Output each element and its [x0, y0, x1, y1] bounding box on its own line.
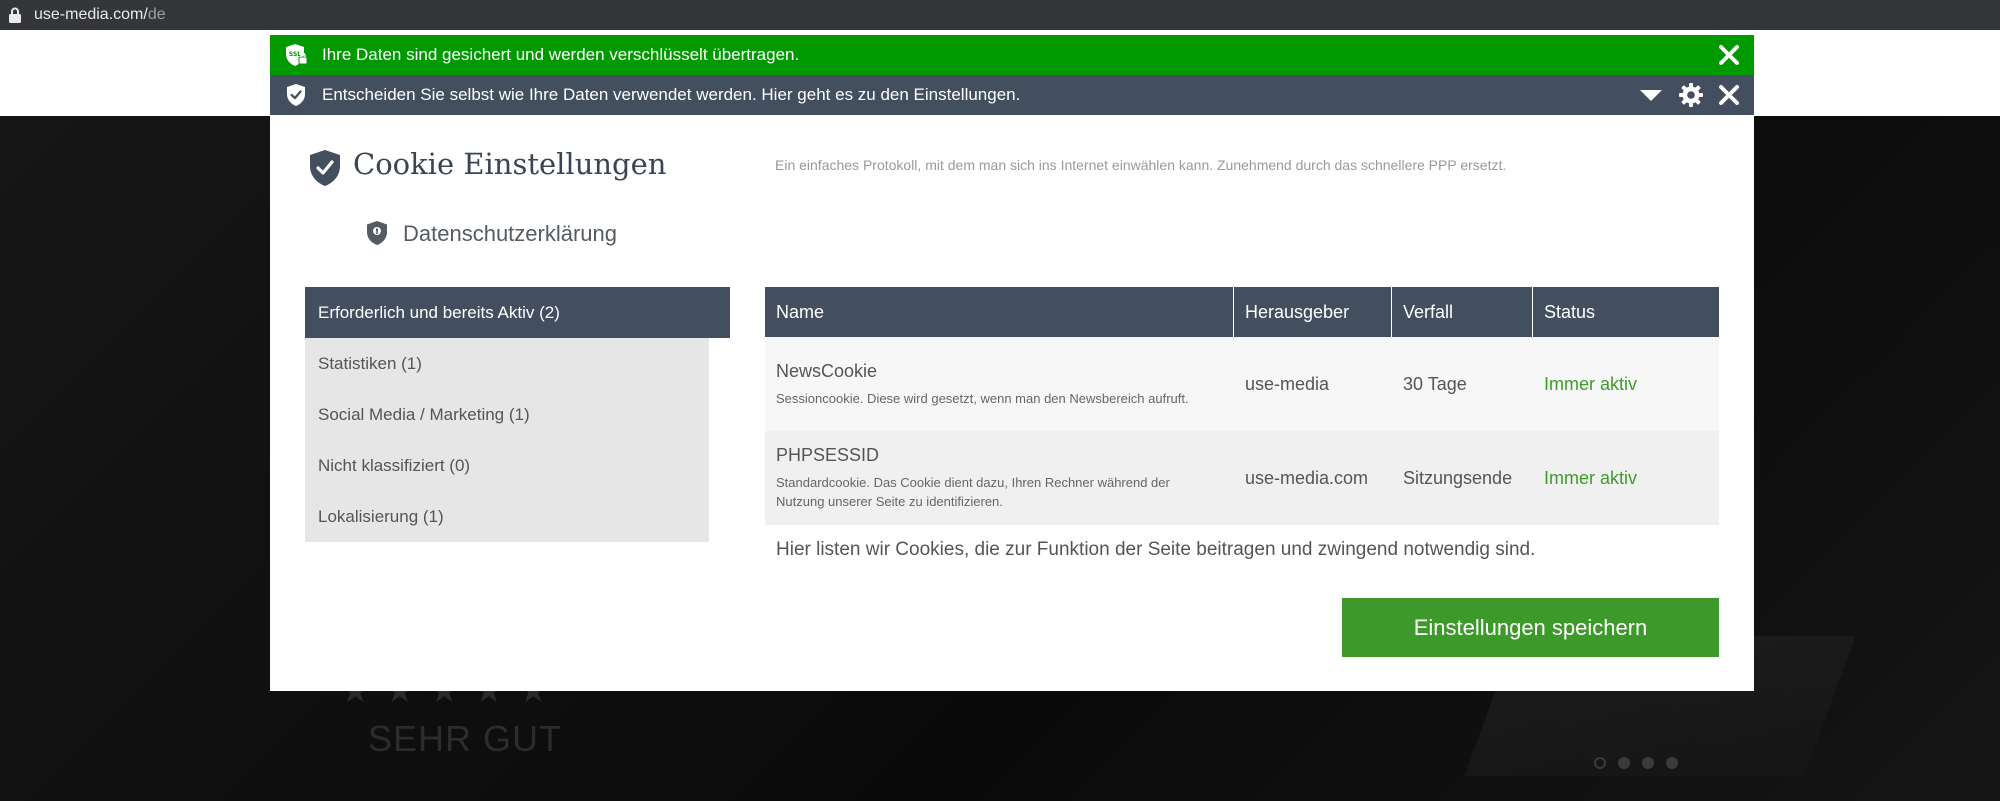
cookie-publisher: use-media.com: [1245, 467, 1369, 488]
gear-icon[interactable]: [1678, 82, 1704, 108]
column-header-status: Status: [1544, 301, 1596, 322]
slider-dot[interactable]: [1594, 757, 1606, 769]
cookie-settings-modal: Cookie Einstellungen Ein einfaches Proto…: [270, 115, 1754, 691]
modal-description: Ein einfaches Protokoll, mit dem man sic…: [775, 157, 1507, 173]
column-header-publisher: Herausgeber: [1234, 287, 1392, 337]
close-icon[interactable]: [1718, 44, 1740, 66]
category-social-marketing[interactable]: Social Media / Marketing (1): [305, 389, 709, 440]
cookie-category-list: Erforderlich und bereits Aktiv (2) Stati…: [305, 287, 730, 542]
cookie-name: PHPSESSID: [776, 445, 880, 465]
category-unclassified[interactable]: Nicht klassifiziert (0): [305, 440, 709, 491]
modal-title: Cookie Einstellungen: [353, 147, 667, 181]
slider-dots[interactable]: [1594, 757, 1678, 769]
privacy-shield-icon: [367, 221, 387, 245]
cookie-status: Immer aktiv: [1544, 467, 1638, 488]
cookie-description: Sessioncookie. Diese wird gesetzt, wenn …: [776, 390, 1189, 406]
slider-dot[interactable]: [1666, 757, 1678, 769]
ssl-shield-icon: SSL: [286, 44, 308, 66]
close-icon[interactable]: [1718, 84, 1740, 106]
category-required[interactable]: Erforderlich und bereits Aktiv (2): [305, 287, 730, 338]
cookie-name: NewsCookie: [776, 360, 878, 381]
url-host: use-media.com/: [34, 6, 148, 23]
ssl-notice-text: Ihre Daten sind gesichert und werden ver…: [322, 45, 800, 64]
rating-text: SEHR GUT: [368, 718, 563, 759]
shield-check-icon: [310, 150, 340, 186]
cookie-table: Name Herausgeber Verfall Status NewsCook…: [765, 287, 1719, 525]
cookie-name-cell: PHPSESSID Standardcookie. Das Cookie die…: [765, 431, 1234, 525]
shield-check-icon: [287, 84, 305, 106]
table-row: PHPSESSID Standardcookie. Das Cookie die…: [765, 431, 1719, 525]
address-url[interactable]: use-media.com/de: [34, 6, 166, 24]
table-note: Hier listen wir Cookies, die zur Funktio…: [776, 539, 1536, 560]
cookie-info-text[interactable]: Entscheiden Sie selbst wie Ihre Daten ve…: [322, 85, 1638, 105]
url-path: de: [147, 6, 166, 23]
category-list-inactive: Statistiken (1) Social Media / Marketing…: [305, 338, 709, 542]
category-statistics[interactable]: Statistiken (1): [305, 338, 709, 389]
cookie-info-bar[interactable]: Entscheiden Sie selbst wie Ihre Daten ve…: [270, 75, 1754, 115]
category-localization[interactable]: Lokalisierung (1): [305, 491, 709, 542]
slider-dot[interactable]: [1618, 757, 1630, 769]
slider-dot[interactable]: [1642, 757, 1654, 769]
table-row: NewsCookie Sessioncookie. Diese wird ges…: [765, 337, 1719, 431]
column-header-name: Name: [765, 287, 1234, 337]
caret-down-icon[interactable]: [1638, 82, 1664, 108]
save-settings-button[interactable]: Einstellungen speichern: [1342, 598, 1719, 657]
cookie-name-cell: NewsCookie Sessioncookie. Diese wird ges…: [765, 337, 1234, 431]
table-header: Name Herausgeber Verfall Status: [765, 287, 1719, 337]
cookie-status: Immer aktiv: [1544, 373, 1638, 394]
cookie-publisher: use-media: [1245, 373, 1330, 394]
cookie-expiry: 30 Tage: [1403, 373, 1467, 394]
ssl-notice-bar: SSL Ihre Daten sind gesichert und werden…: [270, 35, 1754, 75]
lock-icon: [9, 7, 21, 23]
browser-address-bar[interactable]: use-media.com/de: [0, 0, 2000, 30]
cookie-description: Standardcookie. Das Cookie dient dazu, I…: [776, 475, 1170, 509]
column-header-expiry: Verfall: [1392, 287, 1533, 337]
cookie-expiry: Sitzungsende: [1403, 467, 1513, 488]
privacy-policy-link[interactable]: Datenschutzerklärung: [403, 221, 617, 247]
